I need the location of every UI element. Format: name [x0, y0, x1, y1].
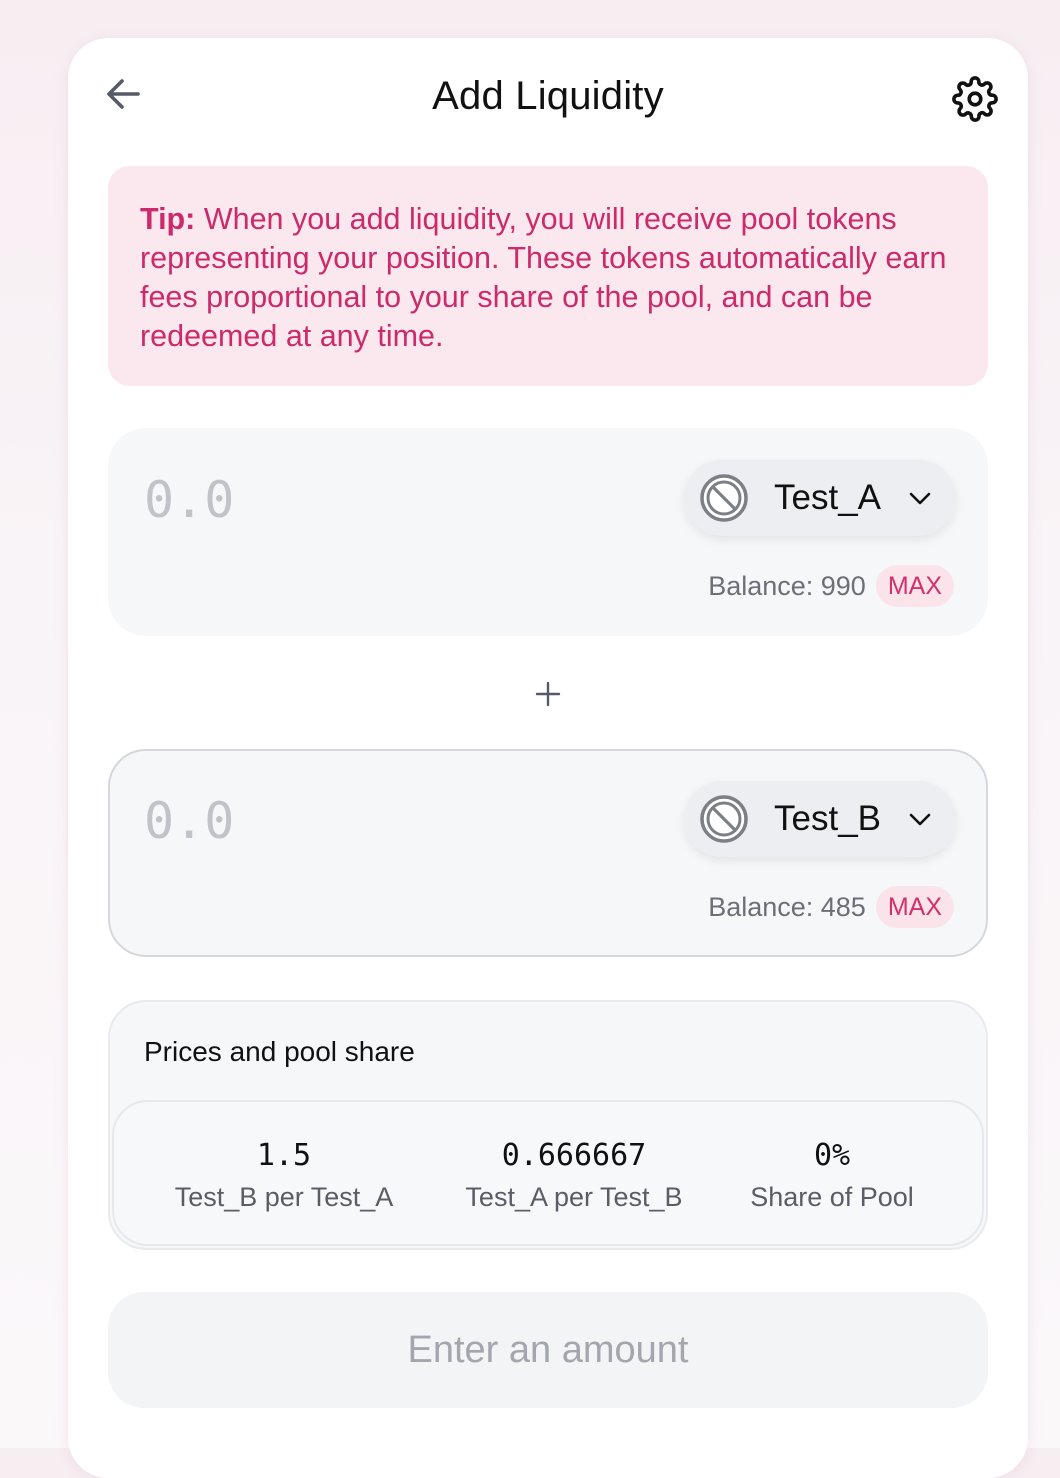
token-b-panel: Test_B Balance: 485 MAX [108, 749, 988, 957]
token-b-symbol: Test_B [774, 799, 881, 838]
settings-button[interactable] [952, 76, 998, 122]
price-stat-value: 0.666667 [501, 1138, 647, 1173]
tip-text: When you add liquidity, you will receive… [140, 202, 947, 353]
prices-and-pool-share: Prices and pool share 1.5 Test_B per Tes… [108, 1000, 988, 1250]
prices-title: Prices and pool share [144, 1036, 415, 1067]
tip-banner: Tip: When you add liquidity, you will re… [108, 166, 988, 386]
token-a-max-button[interactable]: MAX [875, 565, 954, 607]
chevron-down-icon [909, 492, 931, 505]
tip-label: Tip: [140, 202, 196, 236]
no-token-logo-icon [700, 795, 748, 843]
prices-stats: 1.5 Test_B per Test_A 0.666667 Test_A pe… [112, 1100, 984, 1246]
token-a-symbol: Test_A [774, 478, 881, 517]
price-stat-label: Test_A per Test_B [465, 1182, 683, 1212]
chevron-down-icon [909, 813, 931, 826]
token-b-max-button[interactable]: MAX [875, 886, 954, 928]
page-title: Add Liquidity [432, 74, 664, 118]
token-b-amount-input[interactable] [144, 789, 564, 853]
gear-icon [952, 76, 998, 122]
token-a-selector[interactable]: Test_A [684, 460, 956, 536]
token-a-panel: Test_A Balance: 990 MAX [108, 428, 988, 636]
token-b-selector[interactable]: Test_B [684, 781, 956, 857]
price-stat: 1.5 Test_B per Test_A [154, 1136, 414, 1213]
price-stat-label: Test_B per Test_A [174, 1182, 394, 1212]
token-a-amount-input[interactable] [144, 468, 564, 532]
token-a-balance: Balance: 990 [708, 570, 866, 601]
price-stat: 0.666667 Test_A per Test_B [444, 1136, 704, 1213]
pool-share-stat: 0% Share of Pool [722, 1136, 942, 1213]
token-a-balance-row: Balance: 990 MAX [708, 564, 954, 608]
pool-share-label: Share of Pool [750, 1182, 914, 1212]
plus-icon [535, 681, 561, 707]
token-b-balance: Balance: 485 [708, 891, 866, 922]
pool-share-value: 0% [813, 1138, 851, 1173]
enter-amount-button[interactable]: Enter an amount [108, 1292, 988, 1408]
add-liquidity-card: Add Liquidity Tip: When you add liquidit… [68, 38, 1028, 1478]
no-token-logo-icon [700, 474, 748, 522]
price-stat-value: 1.5 [256, 1138, 312, 1173]
header: Add Liquidity [68, 38, 1028, 158]
token-b-balance-row: Balance: 485 MAX [708, 885, 954, 929]
